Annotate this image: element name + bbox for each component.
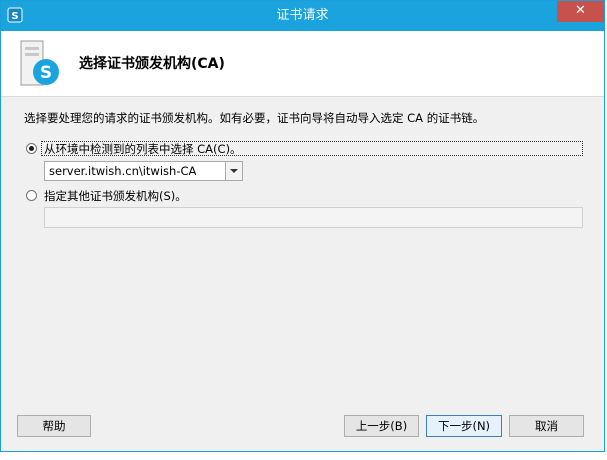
certificate-request-dialog: S 证书请求 ✕ S 选择证书颁发机构(CA) 选择要处理您的请求的证书颁发机构… xyxy=(0,0,605,452)
svg-text:S: S xyxy=(40,63,52,83)
specify-ca-field[interactable] xyxy=(44,207,583,228)
bottom-strip xyxy=(0,452,607,460)
wizard-header: S 选择证书颁发机构(CA) xyxy=(1,31,604,97)
description-text: 选择要处理您的请求的证书颁发机构。如有必要，证书向导将自动导入选定 CA 的证书… xyxy=(24,111,485,125)
radio-detect-ca-label[interactable]: 从环境中检测到的列表中选择 CA(C)。 xyxy=(44,141,242,157)
next-button[interactable]: 下一步(N) xyxy=(426,415,502,437)
dropdown-arrow-icon[interactable] xyxy=(225,162,242,180)
radio-specify-ca-label[interactable]: 指定其他证书颁发机构(S)。 xyxy=(44,188,187,204)
window-title: 证书请求 xyxy=(276,8,329,23)
radio-specify-ca[interactable] xyxy=(26,190,37,201)
ca-select-value: server.itwish.cn\itwish-CA xyxy=(49,164,197,178)
skype-server-icon: S xyxy=(20,40,59,86)
page-title: 选择证书颁发机构(CA) xyxy=(79,56,225,72)
cancel-button[interactable]: 取消 xyxy=(509,415,584,437)
title-bar[interactable]: S 证书请求 ✕ xyxy=(1,1,604,31)
help-button[interactable]: 帮助 xyxy=(17,415,91,437)
close-icon[interactable]: ✕ xyxy=(557,1,604,22)
radio-detect-ca[interactable] xyxy=(26,143,37,154)
ca-select[interactable]: server.itwish.cn\itwish-CA xyxy=(44,161,243,181)
back-button[interactable]: 上一步(B) xyxy=(344,415,419,437)
